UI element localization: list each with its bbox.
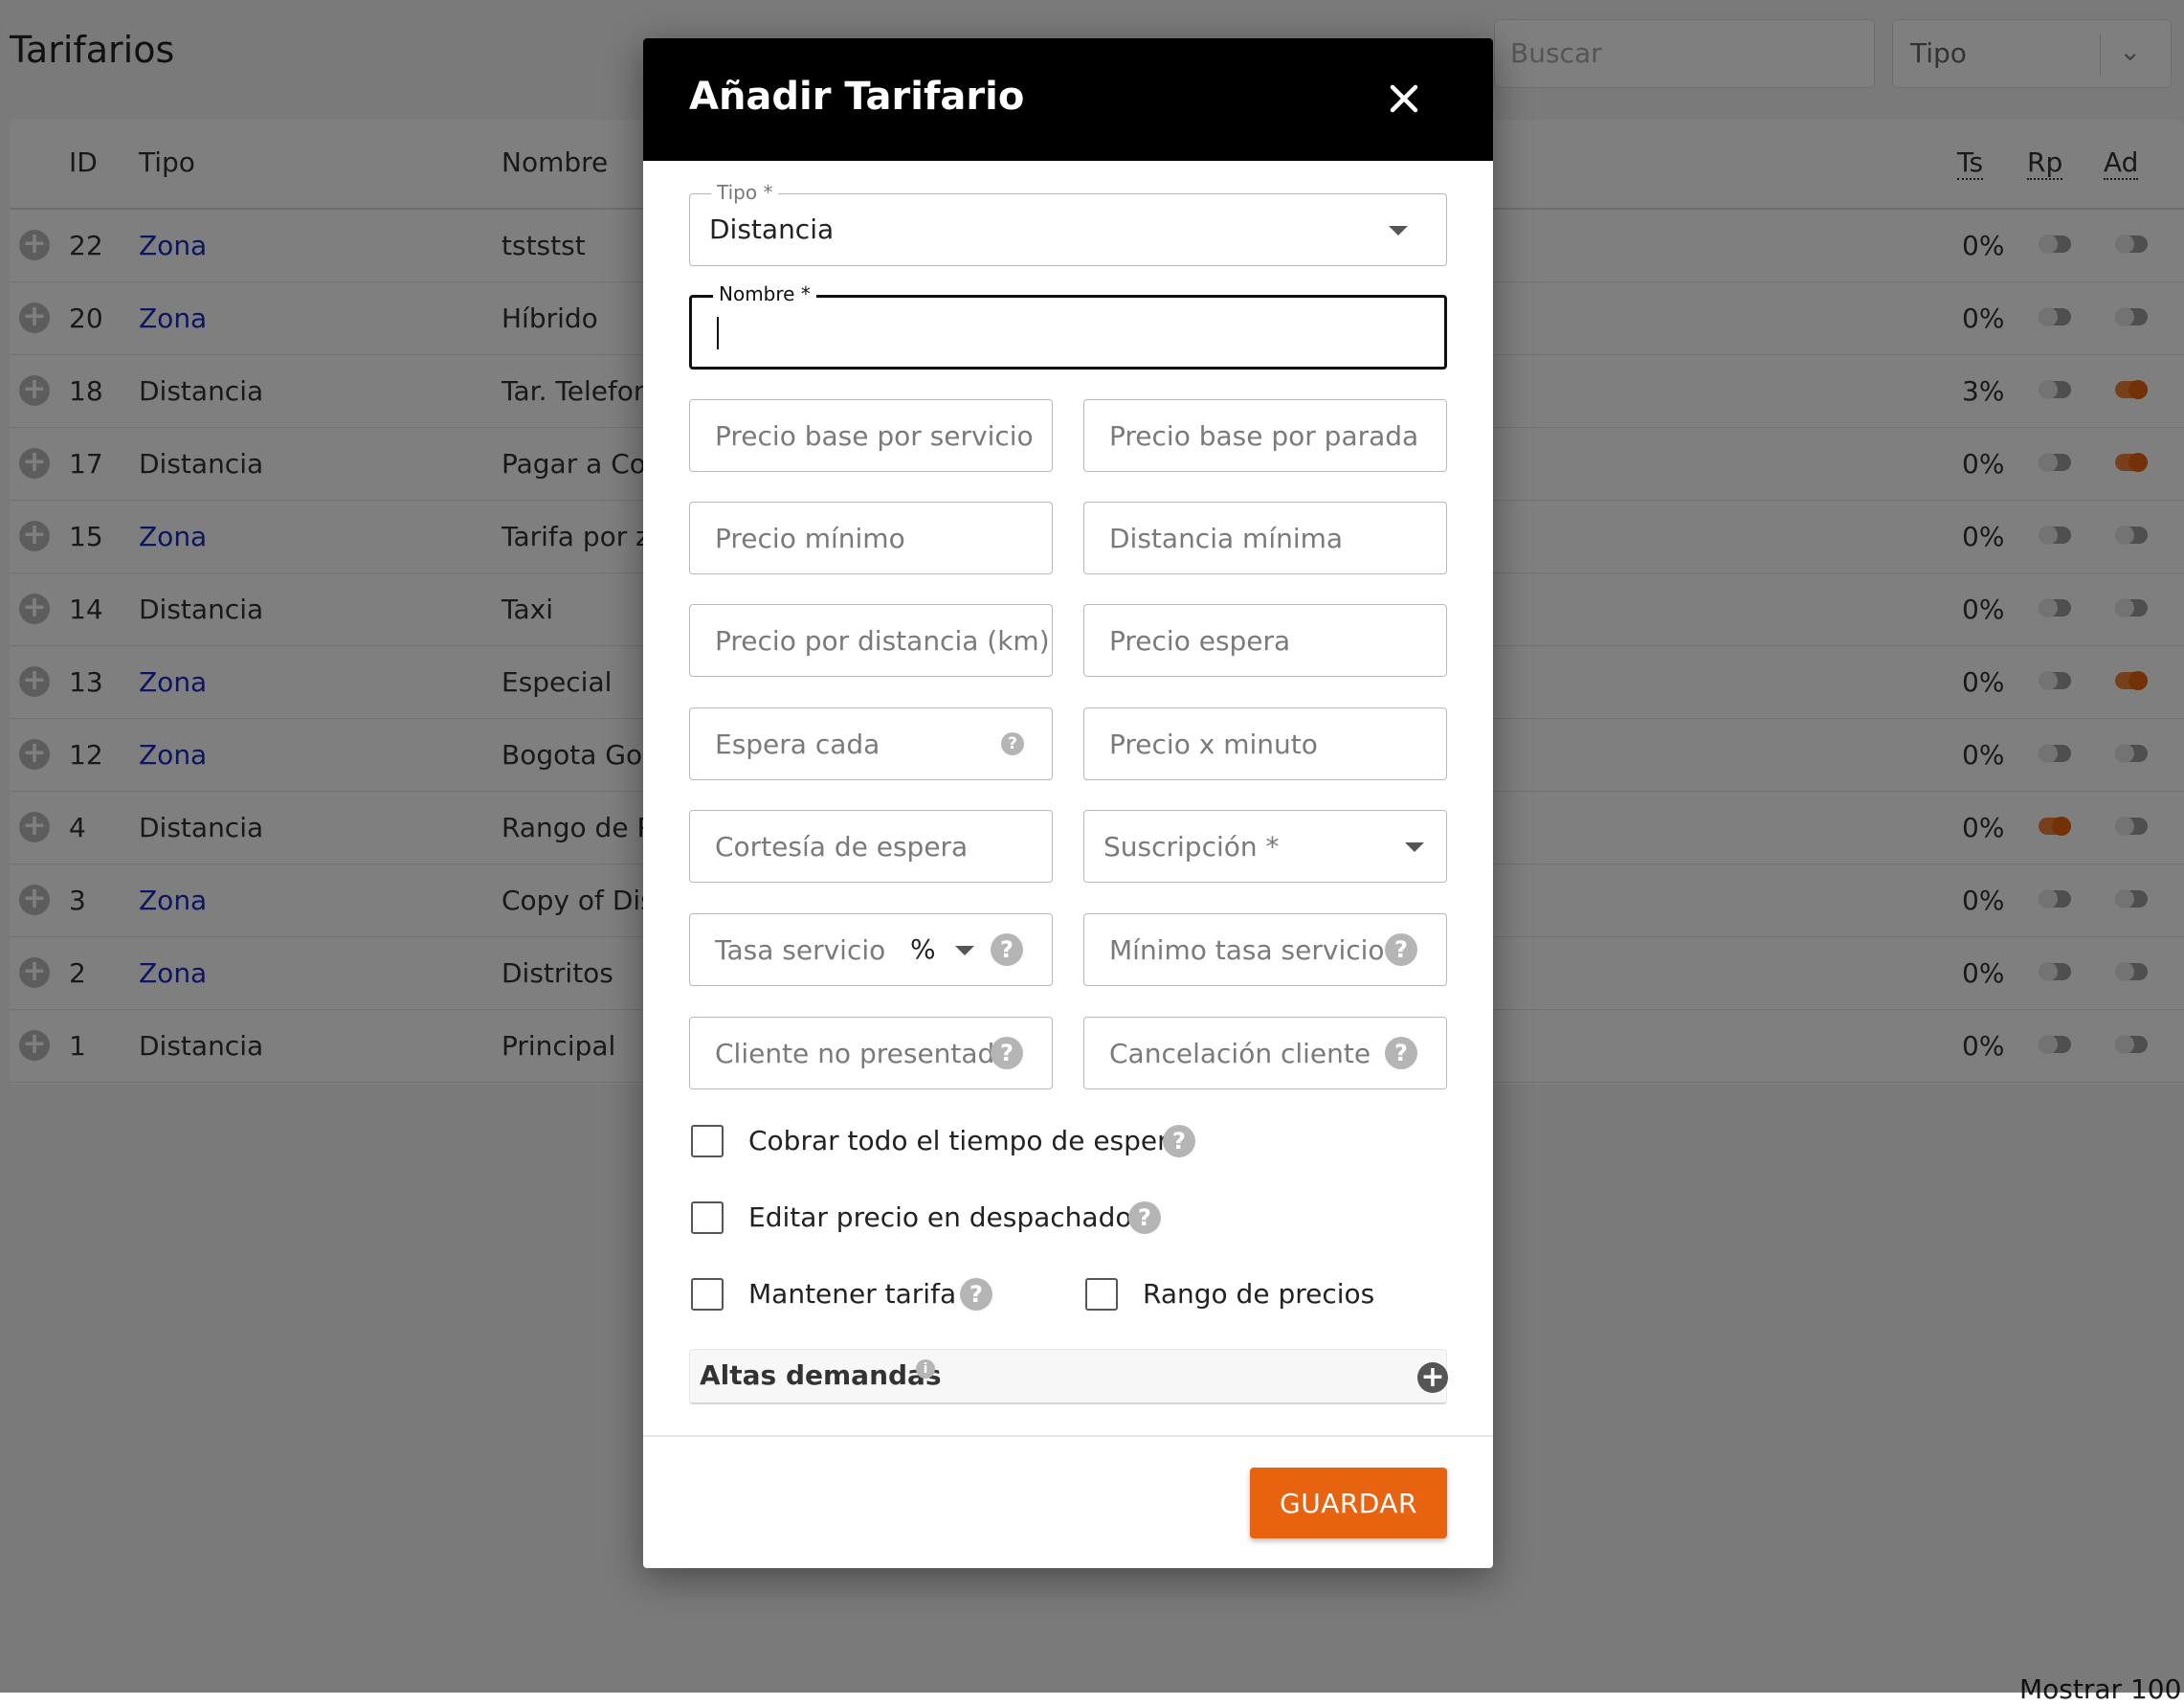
precio-minimo-input[interactable]: Precio mínimo: [689, 502, 1053, 574]
caret-down-icon[interactable]: [955, 946, 974, 955]
precio-espera-input[interactable]: Precio espera: [1083, 604, 1447, 677]
cliente-no-presentado-input[interactable]: Cliente no presentado ?: [689, 1017, 1053, 1089]
altas-demandas-section[interactable]: Altas demandas i +: [689, 1349, 1448, 1404]
help-icon[interactable]: ?: [1128, 1201, 1161, 1234]
cobrar-espera-checkbox[interactable]: [691, 1125, 724, 1157]
close-button[interactable]: [1380, 75, 1428, 123]
precio-distancia-placeholder: Precio por distancia (km): [715, 625, 1050, 657]
help-icon[interactable]: ?: [960, 1278, 992, 1311]
help-icon[interactable]: ?: [991, 933, 1023, 966]
tipo-value: Distancia: [709, 213, 835, 245]
tipo-label: Tipo *: [711, 181, 779, 204]
minimo-tasa-servicio-placeholder: Mínimo tasa servicio: [1109, 934, 1385, 966]
tasa-servicio-placeholder: Tasa servicio: [715, 934, 886, 966]
precio-minuto-placeholder: Precio x minuto: [1109, 729, 1318, 760]
minimo-tasa-servicio-input[interactable]: Mínimo tasa servicio ?: [1083, 913, 1447, 986]
espera-cada-placeholder: Espera cada: [715, 729, 880, 760]
nombre-label: Nombre *: [713, 282, 816, 305]
cancelacion-cliente-placeholder: Cancelación cliente: [1109, 1038, 1371, 1069]
caret-down-icon: [1389, 226, 1408, 236]
cortesia-espera-input[interactable]: Cortesía de espera: [689, 810, 1053, 883]
modal-title: Añadir Tarifario: [689, 75, 1025, 119]
modal-footer-divider: [643, 1435, 1493, 1437]
tipo-select[interactable]: Tipo * Distancia: [689, 181, 1447, 266]
help-icon[interactable]: ?: [1385, 1037, 1417, 1069]
suscripcion-placeholder: Suscripción *: [1103, 831, 1280, 863]
precio-espera-placeholder: Precio espera: [1109, 625, 1291, 657]
add-tarifario-modal: Añadir Tarifario Tipo * Distancia Nombre…: [643, 38, 1493, 1568]
cliente-no-presentado-placeholder: Cliente no presentado: [715, 1038, 1012, 1069]
help-icon[interactable]: ?: [1385, 933, 1417, 966]
tasa-unit-select[interactable]: %: [910, 933, 936, 965]
distancia-minima-input[interactable]: Distancia mínima: [1083, 502, 1447, 574]
precio-distancia-input[interactable]: Precio por distancia (km): [689, 604, 1053, 677]
cancelacion-cliente-input[interactable]: Cancelación cliente ?: [1083, 1017, 1447, 1089]
help-icon[interactable]: ?: [991, 1037, 1023, 1069]
cortesia-espera-placeholder: Cortesía de espera: [715, 831, 969, 863]
precio-minimo-placeholder: Precio mínimo: [715, 523, 905, 554]
mantener-tarifa-checkbox[interactable]: [691, 1278, 724, 1311]
precio-base-servicio-input[interactable]: Precio base por servicio: [689, 399, 1053, 472]
rango-precios-label[interactable]: Rango de precios: [1143, 1278, 1374, 1310]
save-button[interactable]: GUARDAR: [1250, 1468, 1447, 1538]
editar-precio-label[interactable]: Editar precio en despachador: [748, 1201, 1143, 1233]
cobrar-espera-label[interactable]: Cobrar todo el tiempo de espera: [748, 1125, 1185, 1156]
precio-minuto-input[interactable]: Precio x minuto: [1083, 707, 1447, 780]
nombre-field[interactable]: Nombre *: [689, 282, 1447, 370]
info-icon[interactable]: i: [916, 1359, 935, 1379]
modal-header: Añadir Tarifario: [643, 38, 1493, 161]
rango-precios-checkbox[interactable]: [1085, 1278, 1118, 1311]
precio-base-servicio-placeholder: Precio base por servicio: [715, 420, 1034, 452]
text-cursor: [717, 317, 719, 349]
help-icon[interactable]: ?: [1001, 732, 1024, 755]
espera-cada-input[interactable]: Espera cada ?: [689, 707, 1053, 780]
mantener-tarifa-label[interactable]: Mantener tarifa: [748, 1278, 956, 1310]
suscripcion-select[interactable]: Suscripción *: [1083, 810, 1447, 883]
help-icon[interactable]: ?: [1163, 1125, 1195, 1157]
add-circle-icon[interactable]: +: [1417, 1362, 1448, 1393]
altas-demandas-label: Altas demandas: [700, 1359, 942, 1391]
distancia-minima-placeholder: Distancia mínima: [1109, 523, 1344, 554]
editar-precio-checkbox[interactable]: [691, 1201, 724, 1234]
precio-base-parada-input[interactable]: Precio base por parada: [1083, 399, 1447, 472]
close-icon: [1390, 84, 1418, 113]
caret-down-icon: [1405, 842, 1424, 852]
precio-base-parada-placeholder: Precio base por parada: [1109, 420, 1419, 452]
tasa-servicio-input[interactable]: Tasa servicio % ?: [689, 913, 1053, 986]
